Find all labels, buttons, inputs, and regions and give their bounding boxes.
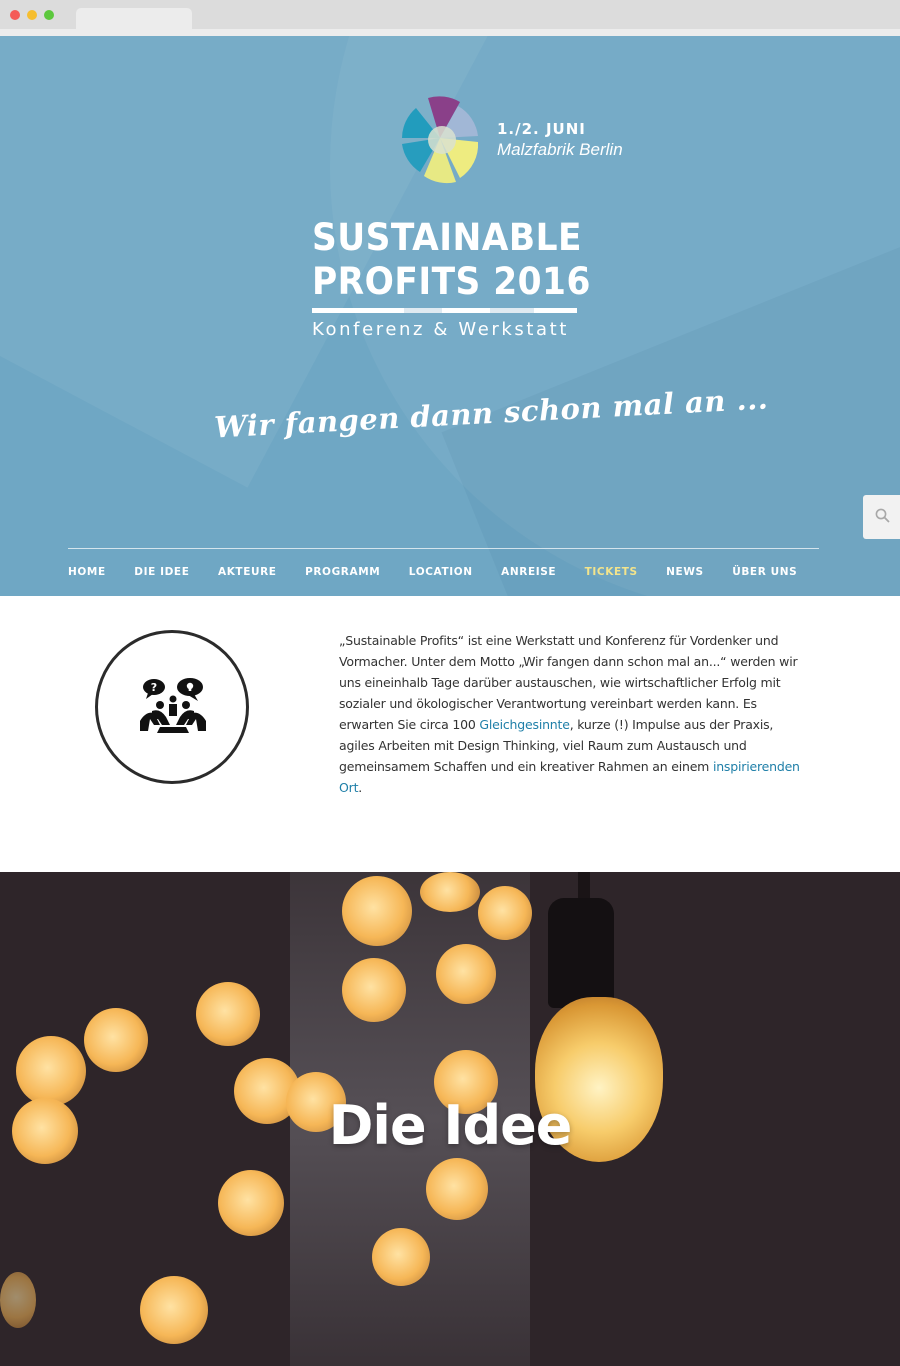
bokeh-light: [140, 1276, 208, 1344]
idea-heading: Die Idee: [328, 1094, 573, 1157]
bokeh-light: [218, 1170, 284, 1236]
nav-item-ueber-uns[interactable]: ÜBER UNS: [732, 566, 797, 578]
conference-subtitle: Konferenz & Werkstatt: [312, 319, 569, 340]
bokeh-light: [420, 872, 480, 912]
search-icon: [875, 508, 890, 523]
bokeh-light: [478, 886, 532, 940]
intro-section: ? „Sustainable Profits“ ist eine Werksta…: [0, 596, 900, 872]
event-date: 1./2. JUNI: [497, 120, 586, 138]
nav-item-tickets[interactable]: TICKETS: [585, 566, 638, 578]
bokeh-light: [436, 944, 496, 1004]
conference-title: SUSTAINABLE PROFITS 2016 Konferenz & Wer…: [312, 216, 591, 340]
event-venue: Malzfabrik Berlin: [497, 140, 623, 159]
bokeh-light: [426, 1158, 488, 1220]
nav-item-anreise[interactable]: ANREISE: [501, 566, 556, 578]
bokeh-light: [342, 876, 412, 946]
nav-divider: [68, 548, 819, 549]
close-window-button[interactable]: [10, 10, 20, 20]
intro-icon-circle: ?: [95, 630, 249, 784]
title-line-2: PROFITS 2016: [312, 260, 591, 303]
bokeh-light: [0, 1272, 36, 1328]
hero-header: 1./2. JUNI Malzfabrik Berlin SUSTAINABLE…: [0, 36, 900, 596]
bokeh-light: [196, 982, 260, 1046]
main-navigation: HOME DIE IDEE AKTEURE PROGRAMM LOCATION …: [68, 566, 826, 578]
people-discussion-icon: ?: [140, 678, 206, 733]
nav-item-die-idee[interactable]: DIE IDEE: [134, 566, 189, 578]
svg-text:?: ?: [151, 681, 157, 694]
maximize-window-button[interactable]: [44, 10, 54, 20]
bulb-socket: [548, 898, 614, 1008]
nav-item-home[interactable]: HOME: [68, 566, 106, 578]
nav-item-location[interactable]: LOCATION: [409, 566, 473, 578]
intro-paragraph: „Sustainable Profits“ ist eine Werkstatt…: [339, 633, 800, 795]
browser-toolbar: [0, 29, 900, 36]
nav-item-news[interactable]: NEWS: [666, 566, 704, 578]
title-rule: [312, 308, 577, 313]
gleichgesinnte-link[interactable]: Gleichgesinnte: [479, 717, 570, 732]
browser-chrome: [0, 0, 900, 36]
idea-section: Die Idee: [0, 872, 900, 1366]
minimize-window-button[interactable]: [27, 10, 37, 20]
bokeh-light: [84, 1008, 148, 1072]
nav-item-programm[interactable]: PROGRAMM: [305, 566, 380, 578]
search-button[interactable]: [863, 495, 900, 539]
nav-item-akteure[interactable]: AKTEURE: [218, 566, 277, 578]
bokeh-light: [372, 1228, 430, 1286]
conference-logo-icon[interactable]: [398, 92, 482, 186]
bokeh-light: [342, 958, 406, 1022]
title-line-1: SUSTAINABLE: [312, 216, 582, 259]
